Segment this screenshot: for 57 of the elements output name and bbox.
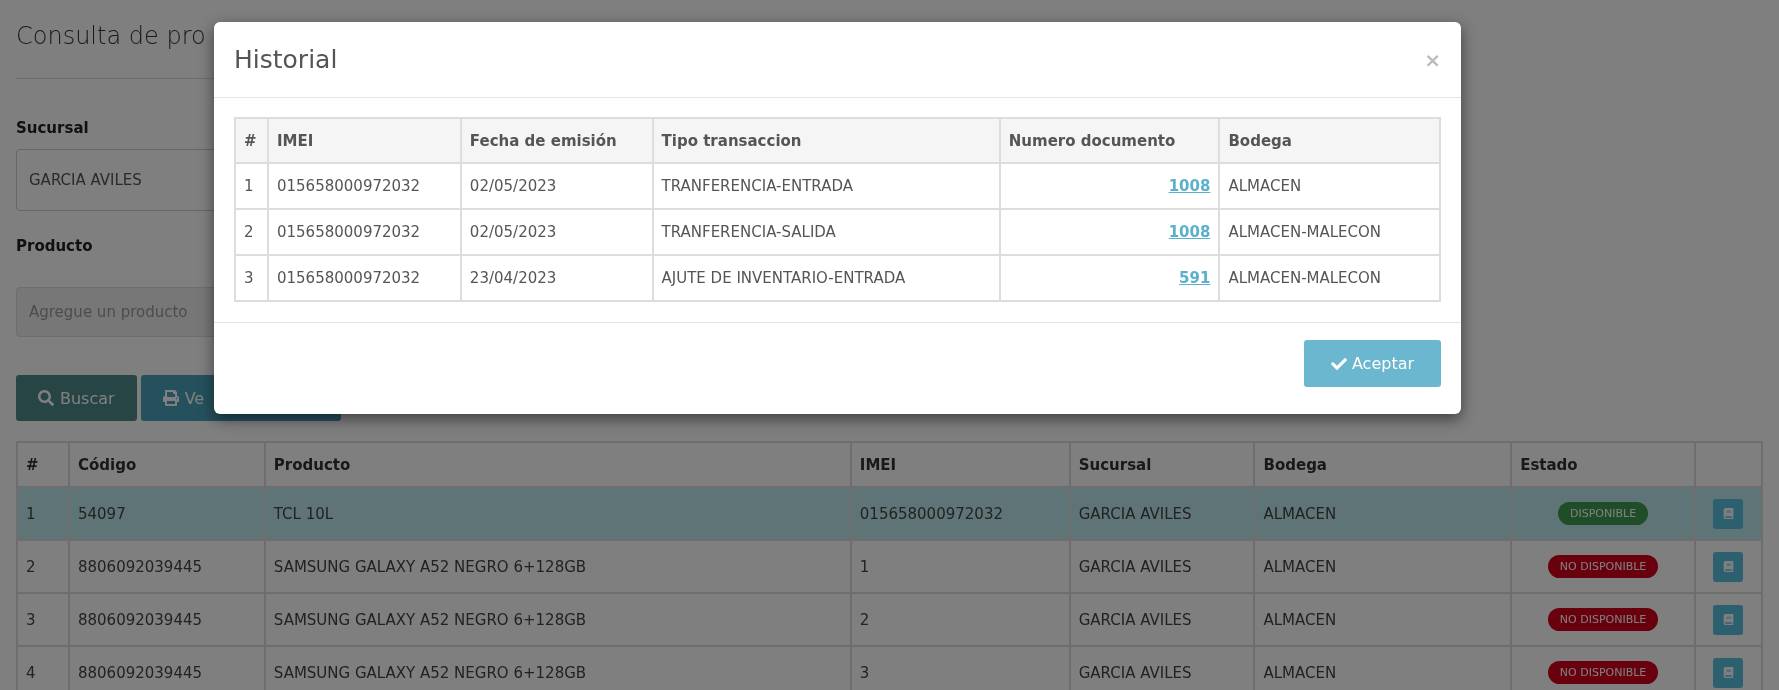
table-row[interactable]: 3 8806092039445 SAMSUNG GALAXY A52 NEGRO 6+128GB 2 GARCIA AVILES ALMACEN NO DISPONIBLE (17, 593, 1762, 646)
table-cell: TRANFERENCIA-ENTRADA (652, 163, 1000, 209)
column-header: # (235, 118, 268, 163)
column-header: # (17, 442, 69, 487)
table-row[interactable]: 1 54097 TCL 10L 015658000972032 GARCIA AVILES ALMACEN DISPONIBLE (17, 487, 1762, 540)
table-cell: 02/05/2023 (460, 163, 653, 209)
page-title: Consulta de pro (16, 22, 206, 50)
column-header: IMEI (268, 118, 461, 163)
table-cell: AJUTE DE INVENTARIO-ENTRADA (652, 255, 1000, 301)
status-badge: NO DISPONIBLE (1547, 608, 1659, 631)
search-icon (38, 390, 54, 406)
table-row[interactable]: 2 8806092039445 SAMSUNG GALAXY A52 NEGRO 6+128GB 1 GARCIA AVILES ALMACEN NO DISPONIBLE (17, 540, 1762, 593)
table-cell: 02/05/2023 (460, 209, 653, 255)
column-header: Bodega (1219, 118, 1440, 163)
table-cell: 1 (235, 163, 268, 209)
table-cell: 4 (17, 646, 69, 690)
table-cell: 23/04/2023 (460, 255, 653, 301)
column-header: Producto (264, 442, 851, 487)
table-row[interactable]: 4 8806092039445 SAMSUNG GALAXY A52 NEGRO 6+128GB 3 GARCIA AVILES ALMACEN NO DISPONIBLE (17, 646, 1762, 690)
table-cell: 2 (235, 209, 268, 255)
document-link[interactable]: 1008 (1168, 223, 1211, 241)
field-label: Producto (16, 237, 94, 255)
column-header: Código (68, 442, 265, 487)
history-button[interactable] (1713, 551, 1744, 582)
column-header: Bodega (1254, 442, 1512, 487)
column-header: Estado (1511, 442, 1695, 487)
accept-button[interactable]: Aceptar (1304, 340, 1441, 387)
check-icon (1330, 355, 1347, 372)
book-icon (1723, 508, 1734, 519)
column-header: IMEI (850, 442, 1070, 487)
history-button[interactable] (1713, 657, 1744, 688)
table-cell: ALMACEN (1219, 163, 1440, 209)
column-header: Fecha de emisión (460, 118, 653, 163)
dialog-title: Historial (234, 45, 338, 74)
column-header: Numero documento (999, 118, 1220, 163)
search-button[interactable]: Buscar (16, 375, 137, 421)
history-button[interactable] (1713, 498, 1744, 529)
table-cell: 3 (235, 255, 268, 301)
book-icon (1723, 561, 1734, 572)
table-cell: 015658000972032 (268, 209, 461, 255)
history-button[interactable] (1713, 604, 1744, 635)
status-badge: DISPONIBLE (1558, 502, 1649, 525)
status-badge: NO DISPONIBLE (1547, 661, 1659, 684)
book-icon (1723, 667, 1734, 678)
table-cell: ALMACEN-MALECON (1219, 209, 1440, 255)
book-icon (1723, 614, 1734, 625)
document-link[interactable]: 1008 (1168, 177, 1211, 195)
table-cell: TRANFERENCIA-SALIDA (652, 209, 1000, 255)
document-link[interactable]: 591 (1179, 269, 1211, 287)
table-cell: 015658000972032 (268, 163, 461, 209)
printer-icon (162, 390, 179, 406)
field-label: Sucursal (16, 119, 90, 137)
column-header: Tipo transaccion (652, 118, 1000, 163)
table-cell: 015658000972032 (268, 255, 461, 301)
status-badge: NO DISPONIBLE (1547, 555, 1659, 578)
table-cell: ALMACEN-MALECON (1219, 255, 1440, 301)
close-button[interactable]: × (1424, 47, 1441, 72)
